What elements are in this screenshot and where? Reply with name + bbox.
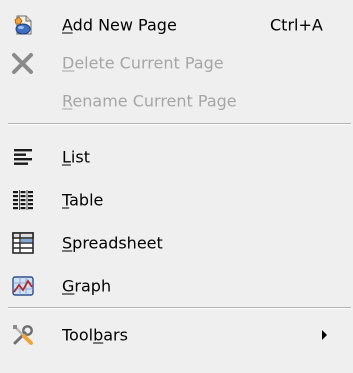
menu-separator bbox=[8, 307, 351, 309]
toolbars-tools-icon bbox=[10, 322, 36, 348]
menu-item-delete-current-page[interactable]: Delete Current Page bbox=[0, 44, 353, 82]
spreadsheet-icon bbox=[10, 230, 36, 256]
context-menu: Add New Page Ctrl+A Delete Current Page … bbox=[0, 0, 353, 373]
menu-item-spreadsheet[interactable]: Spreadsheet bbox=[0, 224, 353, 262]
menu-item-list[interactable]: List bbox=[0, 138, 353, 176]
table-icon bbox=[10, 187, 36, 213]
list-icon bbox=[10, 144, 36, 170]
add-page-icon bbox=[10, 12, 36, 38]
menu-item-graph[interactable]: Graph bbox=[0, 267, 353, 305]
shortcut-ctrl-a: Ctrl+A bbox=[270, 15, 323, 35]
menu-item-table[interactable]: Table bbox=[0, 181, 353, 219]
menu-item-toolbars[interactable]: Toolbars bbox=[0, 316, 353, 354]
delete-x-icon bbox=[10, 50, 36, 76]
submenu-arrow-icon bbox=[322, 330, 327, 340]
menu-item-rename-current-page[interactable]: Rename Current Page bbox=[0, 82, 353, 120]
menu-separator bbox=[8, 123, 351, 125]
menu-item-add-new-page[interactable]: Add New Page Ctrl+A bbox=[0, 6, 353, 44]
graph-icon bbox=[10, 273, 36, 299]
